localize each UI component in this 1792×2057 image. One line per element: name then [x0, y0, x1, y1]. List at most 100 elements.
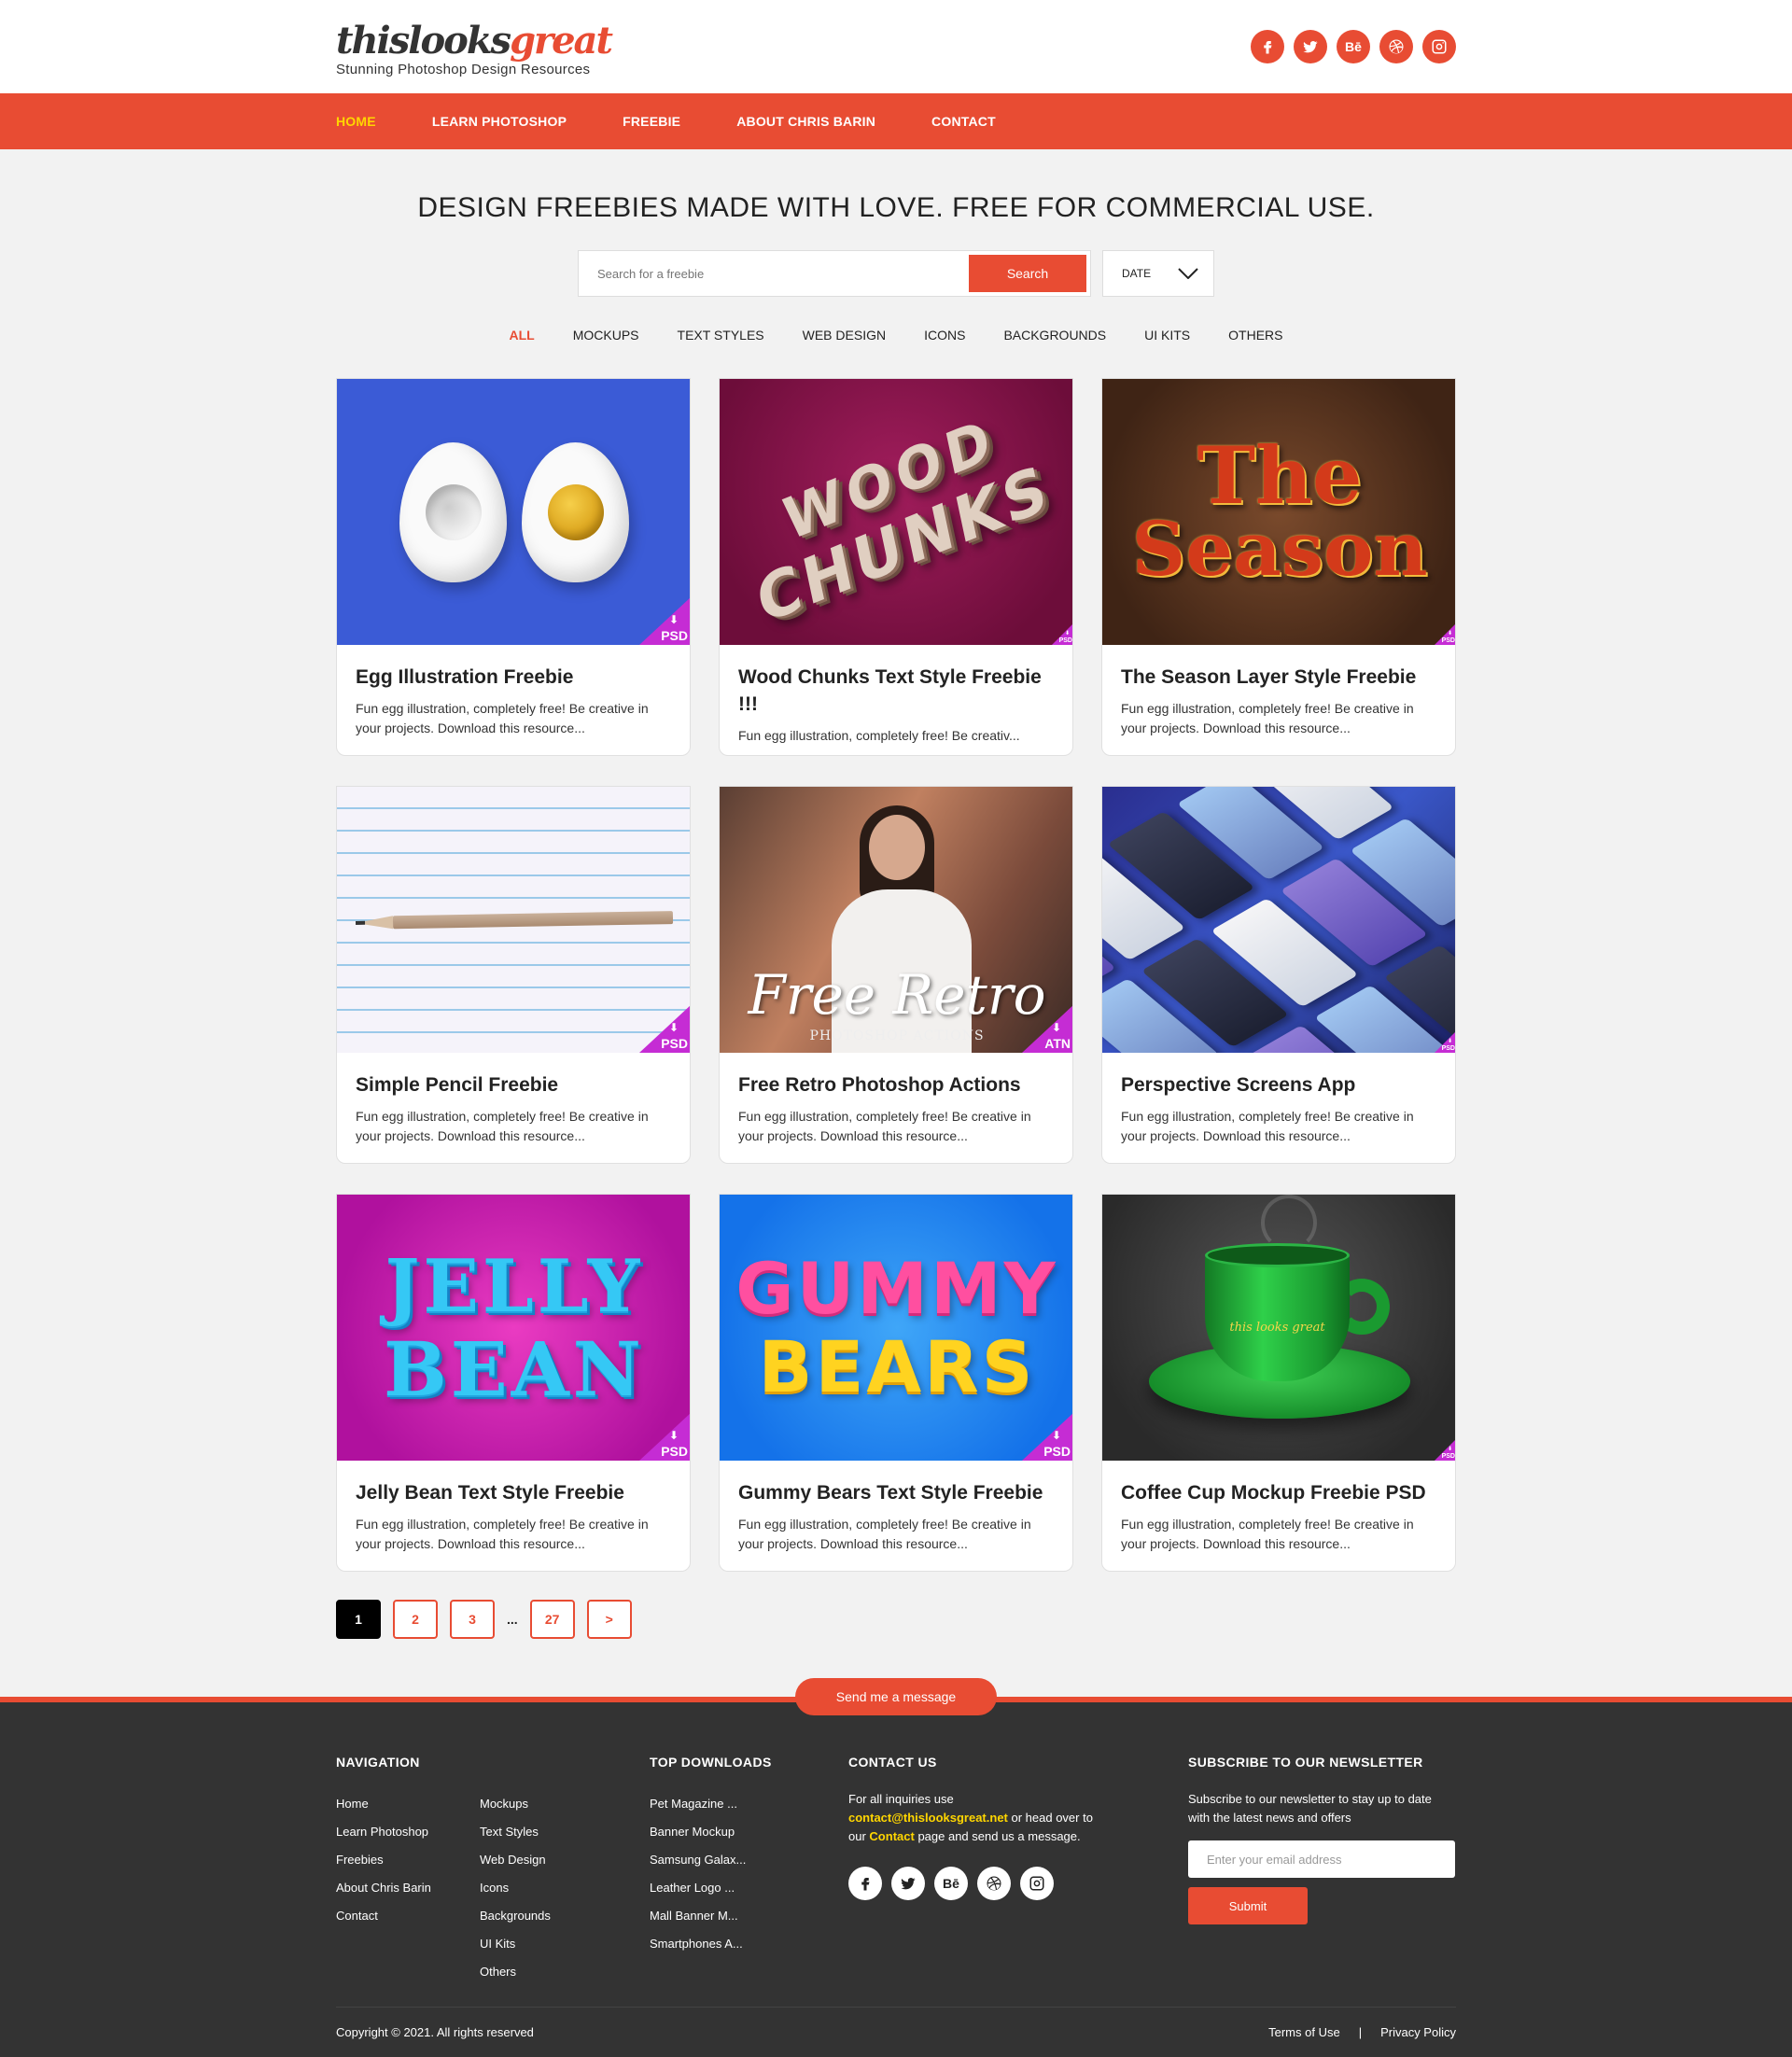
filter-others[interactable]: OTHERS	[1228, 328, 1282, 343]
pencil-illustration	[355, 910, 674, 930]
download-link[interactable]: Mall Banner M...	[650, 1902, 848, 1930]
behance-icon[interactable]: Bē	[934, 1867, 968, 1900]
file-type-badge: ⬇ PSD	[1022, 1412, 1072, 1461]
dribbble-icon[interactable]	[1379, 30, 1413, 63]
card-thumbnail[interactable]: JELLY BEAN ⬇ PSD	[337, 1195, 690, 1461]
card-title[interactable]: Jelly Bean Text Style Freebie	[356, 1479, 671, 1506]
filter-backgrounds[interactable]: BACKGROUNDS	[1003, 328, 1106, 343]
page-27-button[interactable]: 27	[529, 1600, 575, 1639]
page-1-button[interactable]: 1	[336, 1600, 381, 1639]
copyright: Copyright © 2021. All rights reserved	[336, 2025, 534, 2039]
main-nav: HOME LEARN PHOTOSHOP FREEBIE ABOUT CHRIS…	[0, 93, 1792, 149]
filter-text-styles[interactable]: TEXT STYLES	[678, 328, 764, 343]
facebook-icon[interactable]	[1251, 30, 1284, 63]
card-thumbnail[interactable]: this looks great ⬇ PSD	[1102, 1195, 1455, 1461]
nav-learn-photoshop[interactable]: LEARN PHOTOSHOP	[432, 114, 567, 129]
terms-link[interactable]: Terms of Use	[1268, 2025, 1340, 2039]
card-title[interactable]: Wood Chunks Text Style Freebie !!!	[738, 664, 1054, 718]
footer-link[interactable]: Freebies	[336, 1846, 480, 1874]
search-input[interactable]	[597, 266, 952, 281]
instagram-icon[interactable]	[1020, 1867, 1054, 1900]
dribbble-icon[interactable]	[977, 1867, 1011, 1900]
download-link[interactable]: Samsung Galax...	[650, 1846, 848, 1874]
download-icon: ⬇	[668, 1429, 679, 1442]
nav-contact[interactable]: CONTACT	[931, 114, 996, 129]
card-title[interactable]: Free Retro Photoshop Actions	[738, 1071, 1054, 1098]
card-thumbnail[interactable]: The Season ⬇ PSD	[1102, 379, 1455, 645]
card-title[interactable]: Perspective Screens App	[1121, 1071, 1436, 1098]
card-thumbnail[interactable]: ⬇ PSD	[337, 379, 690, 645]
card-title[interactable]: The Season Layer Style Freebie	[1121, 664, 1436, 691]
footer-link[interactable]: Web Design	[480, 1846, 623, 1874]
download-link[interactable]: Smartphones A...	[650, 1930, 848, 1958]
freebie-card[interactable]: ⬇ PSD Egg Illustration Freebie Fun egg il…	[336, 378, 691, 756]
footer-nav-heading: NAVIGATION	[336, 1755, 420, 1770]
card-description: Fun egg illustration, completely free! B…	[738, 1517, 1031, 1551]
nav-about[interactable]: ABOUT CHRIS BARIN	[736, 114, 875, 129]
filter-all[interactable]: ALL	[510, 328, 535, 343]
filter-ui-kits[interactable]: UI KITS	[1144, 328, 1190, 343]
nav-home[interactable]: HOME	[336, 114, 376, 129]
freebie-card[interactable]: GUMMY BEARS ⬇ PSD Gummy Bears Text Style F…	[719, 1194, 1073, 1572]
card-title[interactable]: Coffee Cup Mockup Freebie PSD	[1121, 1479, 1436, 1506]
footer-link[interactable]: Home	[336, 1790, 480, 1818]
card-description: Fun egg illustration, completely free! B…	[1121, 701, 1414, 735]
nav-freebie[interactable]: FREEBIE	[623, 114, 680, 129]
card-thumbnail[interactable]: ⬇ PSD	[337, 787, 690, 1053]
footer-link[interactable]: About Chris Barin	[336, 1874, 480, 1902]
footer-downloads-heading: TOP DOWNLOADS	[650, 1755, 772, 1770]
filter-icons[interactable]: ICONS	[924, 328, 965, 343]
freebie-card[interactable]: The Season ⬇ PSD The Season Layer Style Fr…	[1101, 378, 1456, 756]
facebook-icon[interactable]	[848, 1867, 882, 1900]
filter-web-design[interactable]: WEB DESIGN	[803, 328, 886, 343]
freebie-card[interactable]: Free Retro PHOTOSHOP ACTIONS ⬇ ATN Free R…	[719, 786, 1073, 1164]
contact-page-link[interactable]: Contact	[869, 1829, 914, 1843]
twitter-icon[interactable]	[1294, 30, 1327, 63]
freebie-card[interactable]: this looks great ⬇ PSD Coffee Cup Mockup …	[1101, 1194, 1456, 1572]
footer-link[interactable]: Mockups	[480, 1790, 623, 1818]
card-thumbnail[interactable]: WOOD CHUNKS ⬇ PSD	[720, 379, 1072, 645]
download-icon: ⬇	[1447, 1039, 1452, 1044]
privacy-link[interactable]: Privacy Policy	[1380, 2025, 1456, 2039]
card-thumbnail[interactable]: Free Retro PHOTOSHOP ACTIONS ⬇ ATN	[720, 787, 1072, 1053]
instagram-icon[interactable]	[1422, 30, 1456, 63]
page-3-button[interactable]: 3	[450, 1600, 495, 1639]
twitter-icon[interactable]	[891, 1867, 925, 1900]
app-screens-illustration	[1102, 787, 1455, 1053]
card-title[interactable]: Egg Illustration Freebie	[356, 664, 671, 691]
footer-link[interactable]: Others	[480, 1958, 623, 1986]
wood-text-art: WOOD CHUNKS	[750, 404, 1057, 638]
card-description: Fun egg illustration, completely free! B…	[738, 1109, 1031, 1143]
card-thumbnail[interactable]: ⬇ PSD	[1102, 787, 1455, 1053]
download-link[interactable]: Banner Mockup	[650, 1818, 848, 1846]
footer-link[interactable]: Backgrounds	[480, 1902, 623, 1930]
footer-link[interactable]: UI Kits	[480, 1930, 623, 1958]
logo[interactable]: thislooksgreat Stunning Photoshop Design…	[336, 17, 613, 77]
newsletter-email-input[interactable]: Enter your email address	[1188, 1840, 1455, 1878]
card-thumbnail[interactable]: GUMMY BEARS ⬇ PSD	[720, 1195, 1072, 1461]
footer-link[interactable]: Icons	[480, 1874, 623, 1902]
freebie-card[interactable]: ⬇ PSD Perspective Screens App Fun egg ill…	[1101, 786, 1456, 1164]
download-link[interactable]: Pet Magazine ...	[650, 1790, 848, 1818]
page-2-button[interactable]: 2	[393, 1600, 438, 1639]
search-button[interactable]: Search	[969, 255, 1086, 292]
contact-email-link[interactable]: contact@thislooksgreat.net	[848, 1811, 1008, 1825]
next-page-button[interactable]: >	[586, 1600, 632, 1639]
sort-select[interactable]: DATE	[1102, 250, 1214, 297]
footer-link[interactable]: Text Styles	[480, 1818, 623, 1846]
freebie-card[interactable]: JELLY BEAN ⬇ PSD Jelly Bean Text Style Fre…	[336, 1194, 691, 1572]
search-row: Search DATE	[336, 250, 1456, 297]
footer-link[interactable]: Learn Photoshop	[336, 1818, 480, 1846]
freebie-card[interactable]: ⬇ PSD Simple Pencil Freebie Fun egg illus…	[336, 786, 691, 1164]
card-title[interactable]: Gummy Bears Text Style Freebie	[738, 1479, 1054, 1506]
card-title[interactable]: Simple Pencil Freebie	[356, 1071, 671, 1098]
pagination: 1 2 3 ... 27 >	[336, 1600, 1456, 1639]
behance-icon[interactable]: Bē	[1337, 30, 1370, 63]
download-link[interactable]: Leather Logo ...	[650, 1874, 848, 1902]
card-description: Fun egg illustration, completely free! B…	[356, 1517, 649, 1551]
newsletter-submit-button[interactable]: Submit	[1188, 1887, 1308, 1924]
filter-mockups[interactable]: MOCKUPS	[573, 328, 639, 343]
footer-top-downloads: TOP DOWNLOADS Pet Magazine ... Banner Mo…	[650, 1755, 848, 2007]
footer-link[interactable]: Contact	[336, 1902, 480, 1930]
freebie-card[interactable]: WOOD CHUNKS ⬇ PSD Wood Chunks Text Style F…	[719, 378, 1073, 756]
